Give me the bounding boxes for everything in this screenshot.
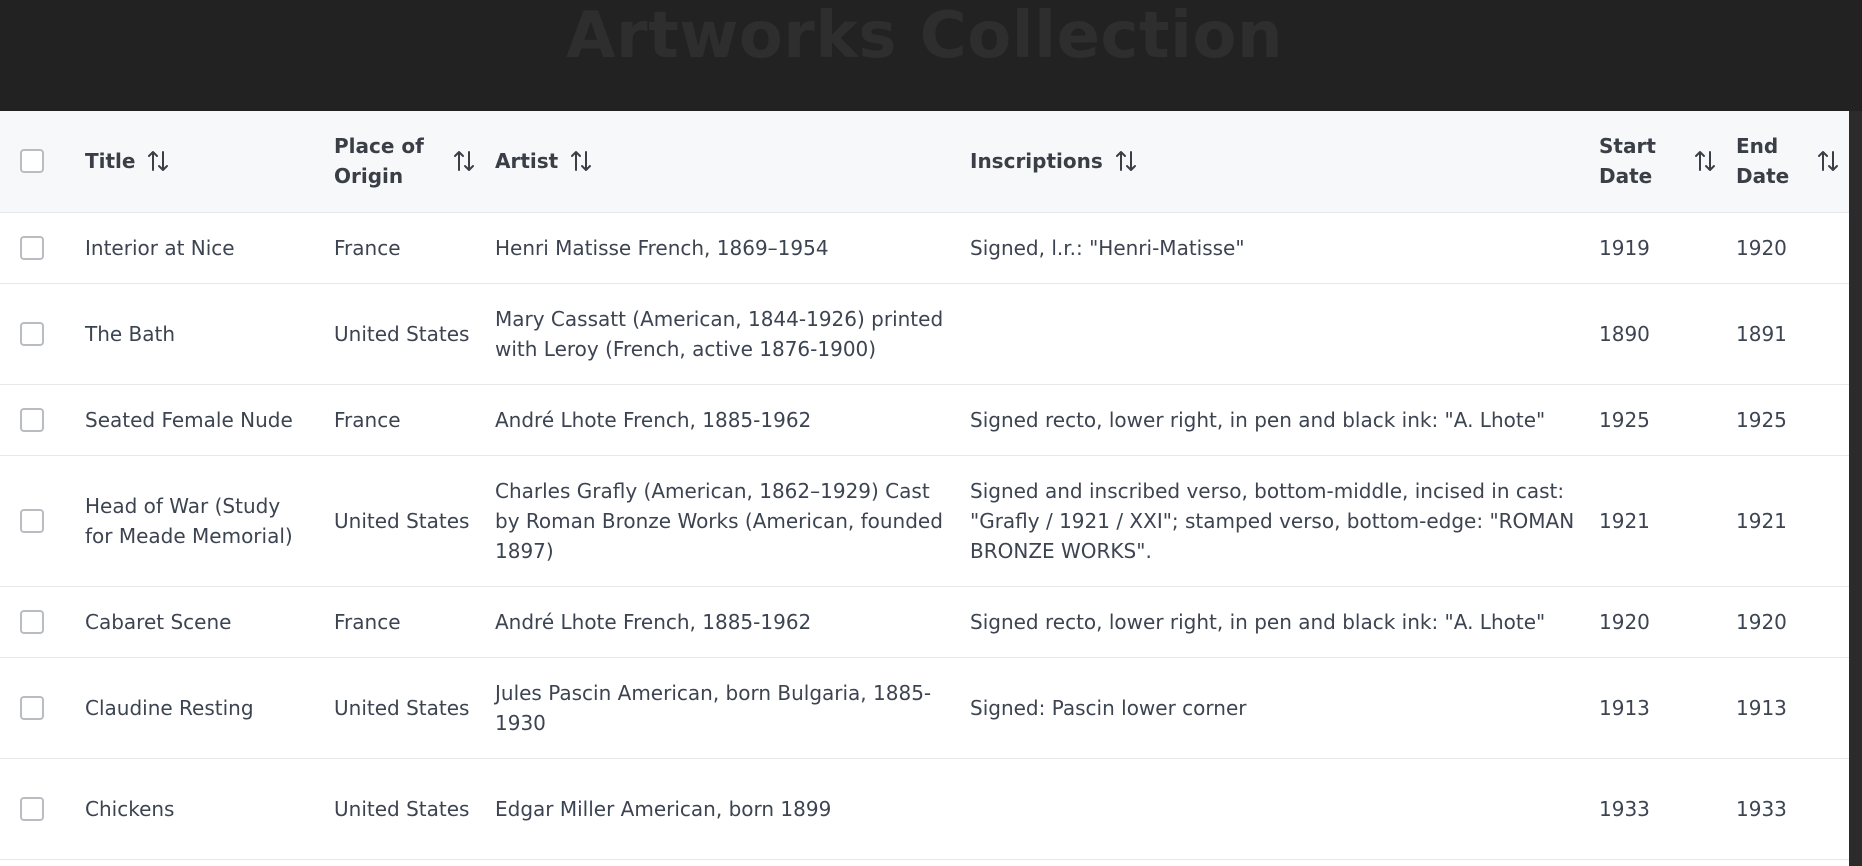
table-row[interactable]: Chickens United States Edgar Miller Amer… bbox=[0, 758, 1849, 860]
sort-arrows-icon[interactable] bbox=[147, 149, 169, 173]
cell-end-date: 1920 bbox=[1726, 586, 1849, 658]
table-row[interactable]: Claudine Resting United States Jules Pas… bbox=[0, 657, 1849, 759]
cell-end-date: 1925 bbox=[1726, 384, 1849, 456]
table-row[interactable]: The Bath United States Mary Cassatt (Ame… bbox=[0, 283, 1849, 385]
sort-arrows-icon[interactable] bbox=[1694, 149, 1716, 173]
cell-artist: Henri Matisse French, 1869–1954 bbox=[485, 212, 960, 284]
column-header-title-label: Title bbox=[85, 149, 136, 174]
cell-end-date: 1920 bbox=[1726, 212, 1849, 284]
column-header-start-date[interactable]: Start Date bbox=[1589, 111, 1726, 213]
table-row[interactable]: Seated Female Nude France André Lhote Fr… bbox=[0, 384, 1849, 456]
column-header-start-date-label: Start Date bbox=[1599, 134, 1656, 189]
column-header-inscriptions-label: Inscriptions bbox=[970, 149, 1103, 174]
sort-arrows-icon[interactable] bbox=[1115, 149, 1137, 173]
cell-title: Seated Female Nude bbox=[75, 384, 324, 456]
row-select-cell bbox=[0, 586, 75, 658]
column-header-end-date[interactable]: End Date bbox=[1726, 111, 1849, 213]
cell-origin: United States bbox=[324, 758, 485, 860]
row-checkbox[interactable] bbox=[20, 796, 44, 821]
row-select-cell bbox=[0, 758, 75, 860]
row-select-cell bbox=[0, 283, 75, 385]
cell-origin: France bbox=[324, 212, 485, 284]
column-header-inscriptions[interactable]: Inscriptions bbox=[960, 111, 1589, 213]
cell-artist: Charles Grafly (American, 1862–1929) Cas… bbox=[485, 455, 960, 587]
cell-artist: Edgar Miller American, born 1899 bbox=[485, 758, 960, 860]
row-select-cell bbox=[0, 384, 75, 456]
column-header-title[interactable]: Title bbox=[75, 111, 324, 213]
cell-origin: United States bbox=[324, 283, 485, 385]
header-row: Title Place of Origin Artist Inscription… bbox=[0, 111, 1849, 213]
cell-start-date: 1925 bbox=[1589, 384, 1726, 456]
page-title: Artworks Collection bbox=[566, 0, 1283, 73]
sort-arrows-icon[interactable] bbox=[453, 149, 475, 173]
page-scroll-edge bbox=[1849, 111, 1862, 866]
cell-title: Interior at Nice bbox=[75, 212, 324, 284]
cell-artist: Jules Pascin American, born Bulgaria, 18… bbox=[485, 657, 960, 759]
row-select-cell bbox=[0, 212, 75, 284]
page-header: Artworks Collection bbox=[0, 0, 1862, 111]
page: Artworks Collection Title Place of Origi… bbox=[0, 0, 1862, 866]
cell-artist: André Lhote French, 1885-1962 bbox=[485, 384, 960, 456]
artworks-table: Title Place of Origin Artist Inscription… bbox=[0, 111, 1849, 860]
cell-inscriptions bbox=[960, 758, 1589, 860]
row-select-cell bbox=[0, 455, 75, 587]
cell-title: Cabaret Scene bbox=[75, 586, 324, 658]
cell-origin: United States bbox=[324, 657, 485, 759]
cell-start-date: 1920 bbox=[1589, 586, 1726, 658]
cell-inscriptions: Signed, l.r.: "Henri-Matisse" bbox=[960, 212, 1589, 284]
table-body: Interior at Nice France Henri Matisse Fr… bbox=[0, 212, 1849, 860]
row-checkbox[interactable] bbox=[20, 235, 44, 260]
row-checkbox[interactable] bbox=[20, 695, 44, 720]
column-header-end-date-label: End Date bbox=[1736, 134, 1790, 189]
column-header-origin-label: Place of Origin bbox=[334, 134, 424, 189]
cell-origin: France bbox=[324, 586, 485, 658]
cell-inscriptions: Signed recto, lower right, in pen and bl… bbox=[960, 586, 1589, 658]
row-select-cell bbox=[0, 657, 75, 759]
header-select-cell bbox=[0, 111, 75, 213]
cell-title: Claudine Resting bbox=[75, 657, 324, 759]
sort-arrows-icon[interactable] bbox=[570, 149, 592, 173]
cell-end-date: 1891 bbox=[1726, 283, 1849, 385]
cell-end-date: 1913 bbox=[1726, 657, 1849, 759]
cell-end-date: 1921 bbox=[1726, 455, 1849, 587]
row-checkbox[interactable] bbox=[20, 508, 44, 533]
cell-inscriptions: Signed: Pascin lower corner bbox=[960, 657, 1589, 759]
cell-origin: United States bbox=[324, 455, 485, 587]
column-header-artist-label: Artist bbox=[495, 149, 559, 174]
cell-start-date: 1921 bbox=[1589, 455, 1726, 587]
cell-start-date: 1890 bbox=[1589, 283, 1726, 385]
cell-inscriptions bbox=[960, 283, 1589, 385]
table-row[interactable]: Head of War (Study for Meade Memorial) U… bbox=[0, 455, 1849, 587]
select-all-checkbox[interactable] bbox=[20, 149, 44, 174]
table-row[interactable]: Interior at Nice France Henri Matisse Fr… bbox=[0, 212, 1849, 284]
cell-artist: Mary Cassatt (American, 1844-1926) print… bbox=[485, 283, 960, 385]
table-row[interactable]: Cabaret Scene France André Lhote French,… bbox=[0, 586, 1849, 658]
sort-arrows-icon[interactable] bbox=[1817, 149, 1839, 173]
column-header-origin[interactable]: Place of Origin bbox=[324, 111, 485, 213]
cell-title: Chickens bbox=[75, 758, 324, 860]
row-checkbox[interactable] bbox=[20, 321, 44, 346]
row-checkbox[interactable] bbox=[20, 609, 44, 634]
cell-start-date: 1919 bbox=[1589, 212, 1726, 284]
table-header: Title Place of Origin Artist Inscription… bbox=[0, 111, 1849, 213]
cell-inscriptions: Signed and inscribed verso, bottom-middl… bbox=[960, 455, 1589, 587]
cell-title: The Bath bbox=[75, 283, 324, 385]
cell-end-date: 1933 bbox=[1726, 758, 1849, 860]
row-checkbox[interactable] bbox=[20, 407, 44, 432]
cell-start-date: 1913 bbox=[1589, 657, 1726, 759]
cell-inscriptions: Signed recto, lower right, in pen and bl… bbox=[960, 384, 1589, 456]
cell-start-date: 1933 bbox=[1589, 758, 1726, 860]
column-header-artist[interactable]: Artist bbox=[485, 111, 960, 213]
artworks-table-panel: Title Place of Origin Artist Inscription… bbox=[0, 111, 1849, 866]
cell-title: Head of War (Study for Meade Memorial) bbox=[75, 455, 324, 587]
cell-origin: France bbox=[324, 384, 485, 456]
cell-artist: André Lhote French, 1885-1962 bbox=[485, 586, 960, 658]
